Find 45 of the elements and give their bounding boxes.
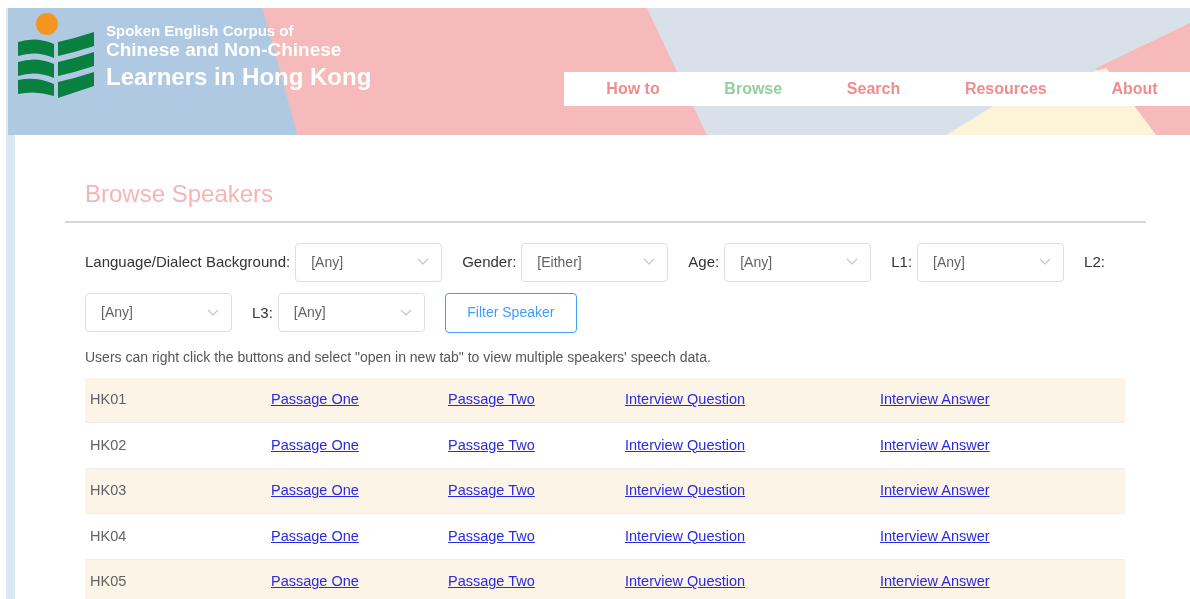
dropdown[interactable]: [Any] (277, 293, 425, 333)
link[interactable]: Passage Two (448, 480, 535, 502)
chevron-down-icon (417, 258, 430, 267)
page-heading: Browse Speakers (84, 180, 275, 209)
link[interactable]: Interview Question (625, 480, 746, 502)
link[interactable]: Interview Question (625, 434, 746, 457)
dropdown[interactable]: [Any] (724, 242, 872, 282)
link[interactable]: Interview Answer (880, 571, 990, 593)
link[interactable]: Interview Question (625, 571, 746, 593)
speaker-id: HK01 (90, 390, 127, 410)
dropdown[interactable]: [Any] (85, 293, 232, 333)
link[interactable]: Passage One (271, 480, 359, 502)
link[interactable]: Passage One (271, 525, 359, 548)
filter-label: L3: (252, 302, 273, 323)
link[interactable]: Passage One (271, 434, 359, 457)
link[interactable]: Interview Question (625, 525, 746, 548)
link[interactable]: Passage One (271, 389, 359, 411)
chevron-down-icon (643, 258, 656, 267)
link[interactable]: Interview Answer (880, 480, 990, 502)
speaker-id: HK02 (90, 435, 127, 455)
link[interactable]: Passage Two (448, 525, 535, 548)
link[interactable]: Interview Answer (880, 525, 990, 548)
chevron-down-icon (1039, 258, 1052, 267)
link[interactable]: Passage Two (448, 571, 535, 593)
link[interactable]: Passage Two (448, 434, 535, 457)
hint-text: Users can right click the buttons and select "open in new tab" to view multiple speakers' speech data. (84, 347, 712, 367)
link[interactable]: Interview Answer (880, 389, 990, 411)
dropdown[interactable]: [Any] (917, 242, 1065, 282)
filter-label: L2: (1084, 252, 1105, 273)
link[interactable]: Interview Question (625, 389, 746, 411)
chevron-down-icon (207, 308, 219, 317)
dropdown[interactable]: [Either] (521, 242, 669, 282)
link[interactable]: Passage One (271, 571, 359, 593)
link[interactable]: Passage Two (448, 389, 535, 411)
chevron-down-icon (399, 308, 412, 317)
filter-label: Gender: (462, 252, 517, 273)
speaker-id: HK04 (90, 526, 127, 546)
filter-label: L1: (891, 252, 913, 273)
filter-label: Language/Dialect Background: (85, 252, 291, 273)
dropdown[interactable]: [Any] (295, 242, 443, 282)
link[interactable]: Interview Answer (880, 434, 990, 457)
filter-label: Age: (688, 252, 720, 273)
speaker-id: HK03 (90, 481, 127, 501)
speaker-id: HK05 (90, 572, 127, 592)
chevron-down-icon (846, 258, 859, 267)
